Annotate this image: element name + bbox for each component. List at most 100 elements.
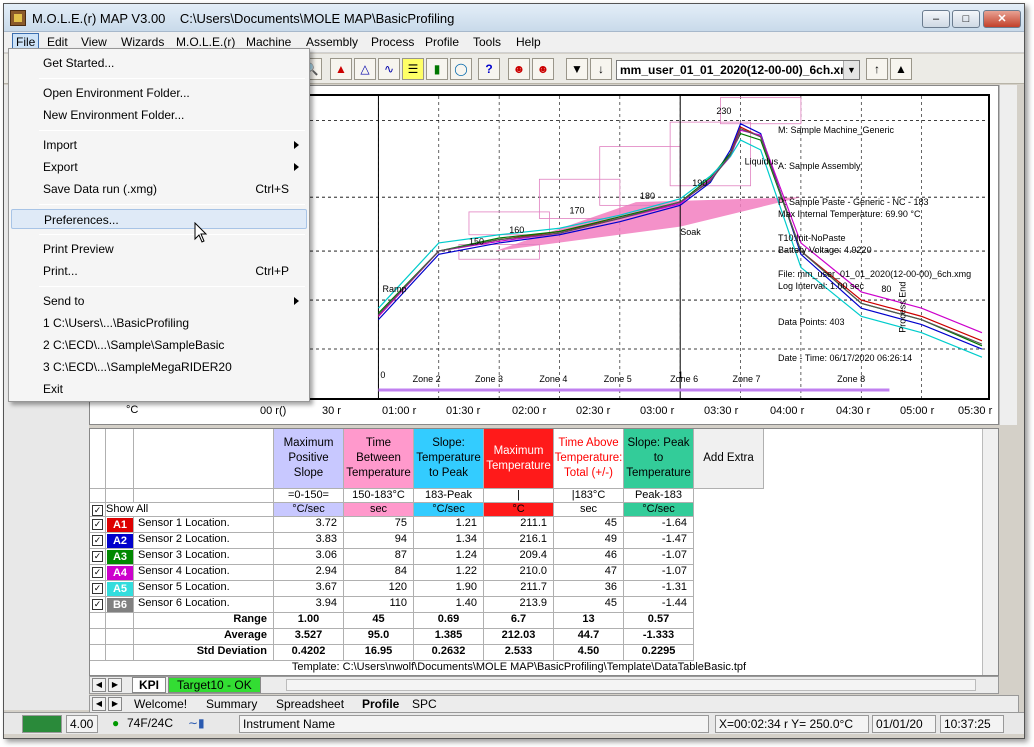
sensor-checkbox[interactable]: ✓ [92,519,103,530]
sensor-name: Sensor 5 Location. [134,581,274,597]
menu-item-label: 3 C:\ECD\...\SampleMegaRIDER20 [43,360,232,374]
kpi-value: 1.21 [414,517,484,533]
menu-item-label: Import [43,138,78,152]
menu-item-label: Export [43,160,78,174]
tab-spreadsheet[interactable]: Spreadsheet [276,697,344,711]
tab-target10[interactable]: Target10 - OK [168,677,261,693]
sensor-checkbox[interactable]: ✓ [92,535,103,546]
tab-spc[interactable]: SPC [412,697,437,711]
kpi-param: 150-183°C [344,489,414,503]
help-icon[interactable]: ? [478,58,500,80]
menu-wizards[interactable]: Wizards [121,35,164,49]
tab-summary[interactable]: Summary [206,697,257,711]
tab-scroll-left-icon[interactable]: ◀ [92,678,106,692]
chevron-down-icon[interactable]: ▼ [843,61,859,79]
summary-label: Average [134,629,274,645]
sensor-checkbox[interactable]: ✓ [92,551,103,562]
menu-export[interactable]: Export [11,157,307,177]
move-bottom-icon[interactable]: ▼ [566,58,588,80]
kpi-header-3: Maximum Temperature [484,429,554,489]
param-blank [106,489,134,503]
kpi-value: -1.07 [624,549,694,565]
menu-exit[interactable]: Exit [11,379,307,399]
close-button[interactable]: ✕ [983,10,1021,28]
menu-separator [39,78,305,79]
user-icon[interactable]: ☻ [508,58,530,80]
tab-scroll-right-icon[interactable]: ▶ [108,678,122,692]
kpi-value: 210.0 [484,565,554,581]
probe-icon: ∼▮ [188,716,205,730]
menu-send-to[interactable]: Send to [11,291,307,311]
minimize-button[interactable]: – [922,10,950,28]
arrow-up-icon[interactable]: ↑ [866,58,888,80]
menu-new-env[interactable]: New Environment Folder... [11,105,307,125]
arrow-down-icon[interactable]: ↓ [590,58,612,80]
kpi-value: 211.7 [484,581,554,597]
menu-profile[interactable]: Profile [425,35,459,49]
menu-preferences[interactable]: Preferences... [11,209,307,229]
show-all-checkbox[interactable]: ✓ [92,505,103,516]
users-icon[interactable]: ☻ [532,58,554,80]
menu-machine[interactable]: Machine [246,35,291,49]
menu-recent-2[interactable]: 2 C:\ECD\...\Sample\SampleBasic [11,335,307,355]
kpi-vscroll[interactable] [982,429,998,675]
sensor-checkbox[interactable]: ✓ [92,583,103,594]
summary-value: 4.50 [554,645,624,661]
menu-view[interactable]: View [81,35,107,49]
tab-kpi[interactable]: KPI [132,677,167,693]
kpi-tab-bar: ◀ ▶ KPI Target10 - OK [89,676,999,694]
sensor-checkbox[interactable]: ✓ [92,567,103,578]
chart-tool-2-icon[interactable]: △ [354,58,376,80]
menu-item-label: Exit [43,382,64,396]
x-tick: 01:00 r [382,405,417,417]
menu-save-run[interactable]: Save Data run (.xmg) Ctrl+S [11,179,307,199]
x-tick: 30 r [322,405,341,417]
status-temp: 74F/24C [127,716,174,730]
ruler-icon[interactable]: ☰ [402,58,424,80]
kpi-value: 84 [344,565,414,581]
globe-icon[interactable]: ◯ [450,58,472,80]
maximize-button[interactable]: □ [952,10,980,28]
menu-print[interactable]: Print... Ctrl+P [11,261,307,281]
kpi-value: 3.67 [274,581,344,597]
add-extra-button[interactable]: Add Extra [694,429,764,489]
menu-assembly[interactable]: Assembly [306,35,358,49]
chart-scrollbar[interactable] [999,85,1017,425]
menu-import[interactable]: Import [11,135,307,155]
menu-edit[interactable]: Edit [47,35,68,49]
kpi-value: 110 [344,597,414,613]
kpi-hscroll[interactable] [286,679,976,691]
menu-separator [39,234,305,235]
menu-tools[interactable]: Tools [473,35,501,49]
battery-level-icon [22,715,62,733]
menu-print-preview[interactable]: Print Preview [11,239,307,259]
chart-tool-3-icon[interactable]: ∿ [378,58,400,80]
tab-profile[interactable]: Profile [362,697,399,711]
info-assembly: A: Sample Assembly [778,161,861,171]
view-tab-left-icon[interactable]: ◀ [92,697,106,711]
x-tick: 05:00 r [900,405,935,417]
battery-icon[interactable]: ▮ [426,58,448,80]
tab-welcome[interactable]: Welcome! [134,697,187,711]
menu-get-started[interactable]: Get Started... [11,53,307,73]
kpi-unit: °C/sec [624,503,694,517]
menu-process[interactable]: Process [371,35,414,49]
menu-recent-3[interactable]: 3 C:\ECD\...\SampleMegaRIDER20 [11,357,307,377]
summary-value: 212.03 [484,629,554,645]
menu-open-env[interactable]: Open Environment Folder... [11,83,307,103]
title-bar: M.O.L.E.(r) MAP V3.00 C:\Users\Documents… [4,4,1024,32]
summary-label: Std Deviation [134,645,274,661]
summary-value: 0.57 [624,613,694,629]
menu-mole[interactable]: M.O.L.E.(r) [176,35,235,49]
kpi-value: -1.07 [624,565,694,581]
menu-recent-1[interactable]: 1 C:\Users\...\BasicProfiling [11,313,307,333]
move-top-icon[interactable]: ▲ [890,58,912,80]
chart-tool-1-icon[interactable]: ▲ [330,58,352,80]
kpi-value: 2.94 [274,565,344,581]
kpi-value: 75 [344,517,414,533]
profile-plot[interactable]: 150 160 170 180 190 230 80 Liquidus Soak Ramp Proc… [302,94,990,400]
view-tab-right-icon[interactable]: ▶ [108,697,122,711]
sensor-checkbox[interactable]: ✓ [92,599,103,610]
run-select[interactable]: mm_user_01_01_2020(12-00-00)_6ch.xr ▼ [616,60,860,80]
menu-help[interactable]: Help [516,35,541,49]
